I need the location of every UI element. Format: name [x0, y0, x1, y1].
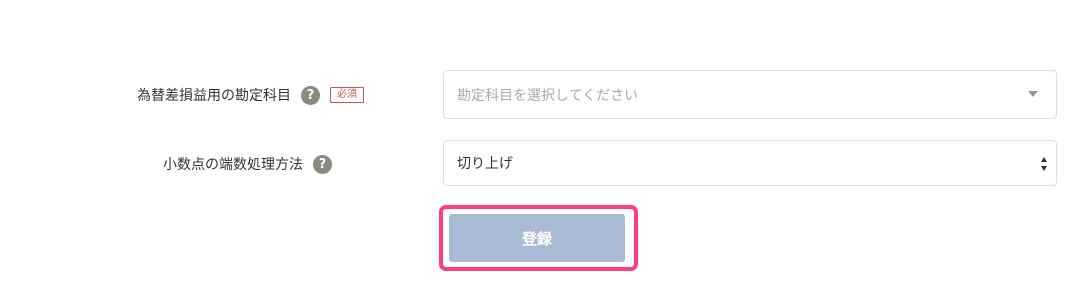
account-select-placeholder: 勘定科目を選択してください [457, 87, 639, 104]
rounding-field-row: 小数点の端数処理方法 ? 切り上げ [0, 140, 1088, 188]
rounding-field-label-group: 小数点の端数処理方法 ? [163, 154, 332, 174]
submit-button[interactable]: 登録 [449, 214, 625, 262]
rounding-field-label: 小数点の端数処理方法 [163, 157, 303, 173]
caret-down-icon [1028, 91, 1038, 97]
sort-updown-icon [1040, 157, 1048, 171]
help-question-icon[interactable]: ? [301, 85, 320, 105]
account-field-label: 為替差損益用の勘定科目 [137, 88, 291, 104]
required-badge: 必須 [330, 87, 364, 103]
account-select[interactable]: 勘定科目を選択してください [443, 70, 1057, 119]
account-field-row: 為替差損益用の勘定科目 ? 必須 勘定科目を選択してください [0, 70, 1088, 120]
help-question-icon[interactable]: ? [313, 154, 332, 174]
rounding-select-value: 切り上げ [457, 156, 513, 172]
account-field-label-group: 為替差損益用の勘定科目 ? 必須 [137, 85, 364, 105]
rounding-select[interactable]: 切り上げ [443, 140, 1057, 186]
